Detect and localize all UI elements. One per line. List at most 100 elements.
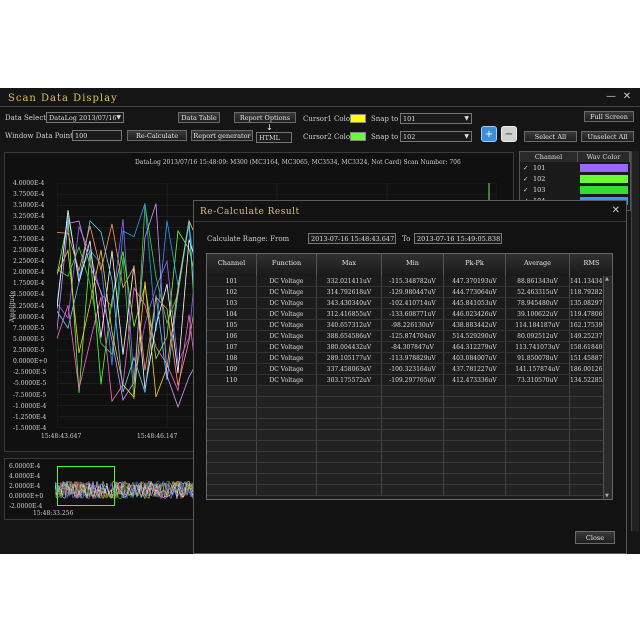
wav-color-swatch[interactable] bbox=[580, 175, 628, 183]
recalculate-button[interactable]: Re-Calculate bbox=[127, 130, 187, 141]
empty-cell bbox=[444, 452, 506, 463]
column-header-max[interactable]: Max bbox=[317, 254, 382, 276]
column-header-pk-pk[interactable]: Pk-Pk bbox=[444, 254, 506, 276]
channel-row-101[interactable]: ✓ 101 bbox=[520, 163, 630, 173]
empty-cell bbox=[257, 419, 317, 430]
empty-cell bbox=[570, 408, 605, 419]
table-cell: 303.175572uV bbox=[317, 375, 382, 386]
y-tick-label: 1.5000E-4 bbox=[13, 291, 45, 299]
checkbox-checked-icon[interactable]: ✓ bbox=[523, 174, 528, 184]
table-scrollbar[interactable]: ▲ ▼ bbox=[603, 276, 612, 499]
empty-cell bbox=[506, 474, 570, 485]
table-cell: 101 bbox=[207, 276, 257, 287]
select-all-button[interactable]: Select All bbox=[524, 131, 577, 142]
overview-selection-window[interactable] bbox=[57, 466, 115, 506]
zoom-in-icon[interactable]: + bbox=[481, 126, 497, 142]
y-tick-label: 2.7500E-4 bbox=[13, 235, 45, 243]
column-header-min[interactable]: Min bbox=[382, 254, 444, 276]
table-cell: 337.458063uV bbox=[317, 364, 382, 375]
table-cell: 135.082972uV bbox=[570, 298, 605, 309]
window-title: Scan Data Display bbox=[8, 93, 118, 104]
channel-name: 102 bbox=[533, 175, 546, 183]
table-cell: -113.978829uV bbox=[382, 353, 444, 364]
checkbox-checked-icon[interactable]: ✓ bbox=[523, 163, 528, 173]
range-from-field[interactable]: 2013-07-16 15:48:43.647 bbox=[308, 233, 396, 244]
report-options-button[interactable]: Report Options bbox=[234, 112, 296, 123]
table-cell: 149.252375uV bbox=[570, 331, 605, 342]
right-scrollbar[interactable] bbox=[631, 151, 639, 531]
empty-cell bbox=[382, 386, 444, 397]
zoom-out-icon[interactable]: − bbox=[501, 126, 517, 142]
empty-cell bbox=[317, 474, 382, 485]
wav-color-swatch[interactable] bbox=[580, 186, 628, 194]
table-cell: 340.657312uV bbox=[317, 320, 382, 331]
table-cell: 108 bbox=[207, 353, 257, 364]
empty-cell bbox=[207, 430, 257, 441]
empty-cell bbox=[570, 441, 605, 452]
table-cell: 438.883442uV bbox=[444, 320, 506, 331]
channel-row-102[interactable]: ✓ 102 bbox=[520, 174, 630, 184]
data-select-label: Data Select bbox=[5, 114, 47, 122]
table-cell: 102 bbox=[207, 287, 257, 298]
y-tick-label: 3.2500E-4 bbox=[13, 213, 45, 221]
table-cell: DC Voltage bbox=[257, 309, 317, 320]
table-cell: 151.458876uV bbox=[570, 353, 605, 364]
data-table-button[interactable]: Data Table bbox=[178, 112, 220, 123]
close-icon[interactable]: ✕ bbox=[622, 92, 632, 102]
empty-cell bbox=[317, 441, 382, 452]
channel-row-103[interactable]: ✓ 103 bbox=[520, 185, 630, 195]
table-cell: 73.310570uV bbox=[506, 375, 570, 386]
y-tick-label: -1.5000E-4 bbox=[13, 425, 47, 432]
empty-cell bbox=[444, 408, 506, 419]
close-button[interactable]: Close bbox=[575, 531, 615, 544]
x-tick-label: 15:48:43.647 bbox=[41, 433, 82, 440]
scroll-down-icon[interactable]: ▼ bbox=[605, 493, 609, 499]
empty-cell bbox=[207, 441, 257, 452]
close-icon[interactable]: ✕ bbox=[612, 205, 620, 216]
overview-y-tick-label: 6.0000E-4 bbox=[9, 463, 41, 470]
range-to-field[interactable]: 2013-07-16 15:49:05.838 bbox=[414, 233, 502, 244]
table-cell: DC Voltage bbox=[257, 342, 317, 353]
unselect-all-button[interactable]: Unselect All bbox=[581, 131, 634, 142]
checkbox-checked-icon[interactable]: ✓ bbox=[523, 185, 528, 195]
empty-cell bbox=[444, 463, 506, 474]
report-generator-button[interactable]: Report generator bbox=[191, 130, 253, 141]
chart-title: DataLog 2013/07/16 15:48:09: M300 (MC316… bbox=[135, 159, 461, 166]
data-select-dropdown[interactable]: DataLog 2013/07/16 ▼ bbox=[46, 112, 124, 123]
cursor2-color-label: Cursor2 Color bbox=[303, 133, 354, 141]
column-header-rms[interactable]: RMS bbox=[570, 254, 612, 276]
empty-cell bbox=[207, 386, 257, 397]
empty-cell bbox=[444, 419, 506, 430]
column-header-function[interactable]: Function bbox=[257, 254, 317, 276]
empty-cell bbox=[570, 397, 605, 408]
table-cell: -109.297765uV bbox=[382, 375, 444, 386]
cursor2-color-swatch[interactable] bbox=[350, 132, 366, 141]
table-cell: 412.473336uV bbox=[444, 375, 506, 386]
window-points-input[interactable]: 100 bbox=[72, 130, 122, 141]
report-format-field[interactable]: HTML bbox=[256, 132, 292, 143]
empty-cell bbox=[257, 463, 317, 474]
minimize-icon[interactable]: — bbox=[606, 92, 616, 102]
column-header-average[interactable]: Average bbox=[506, 254, 570, 276]
table-cell: -100.323164uV bbox=[382, 364, 444, 375]
empty-cell bbox=[382, 463, 444, 474]
empty-cell bbox=[506, 441, 570, 452]
table-cell: -98.226130uV bbox=[382, 320, 444, 331]
scroll-up-icon[interactable]: ▲ bbox=[605, 276, 609, 282]
empty-cell bbox=[257, 441, 317, 452]
empty-cell bbox=[257, 430, 317, 441]
results-table: Channel Function Max Min Pk-Pk Average RMS 101… bbox=[206, 253, 613, 500]
empty-cell bbox=[444, 441, 506, 452]
data-select-value: DataLog 2013/07/16 bbox=[49, 114, 117, 122]
snap1-dropdown[interactable]: 101 ▼ bbox=[400, 113, 472, 124]
column-header-channel[interactable]: Channel bbox=[207, 254, 257, 276]
snap2-label: Snap to bbox=[371, 133, 399, 141]
empty-cell bbox=[207, 419, 257, 430]
wav-color-swatch[interactable] bbox=[580, 164, 628, 172]
snap2-dropdown[interactable]: 102 ▼ bbox=[400, 131, 472, 142]
empty-cell bbox=[207, 397, 257, 408]
cursor1-color-swatch[interactable] bbox=[350, 114, 366, 123]
full-screen-button[interactable]: Full Screen bbox=[584, 111, 634, 122]
table-cell: 80.092512uV bbox=[506, 331, 570, 342]
table-cell: 134.522853uV bbox=[570, 375, 605, 386]
